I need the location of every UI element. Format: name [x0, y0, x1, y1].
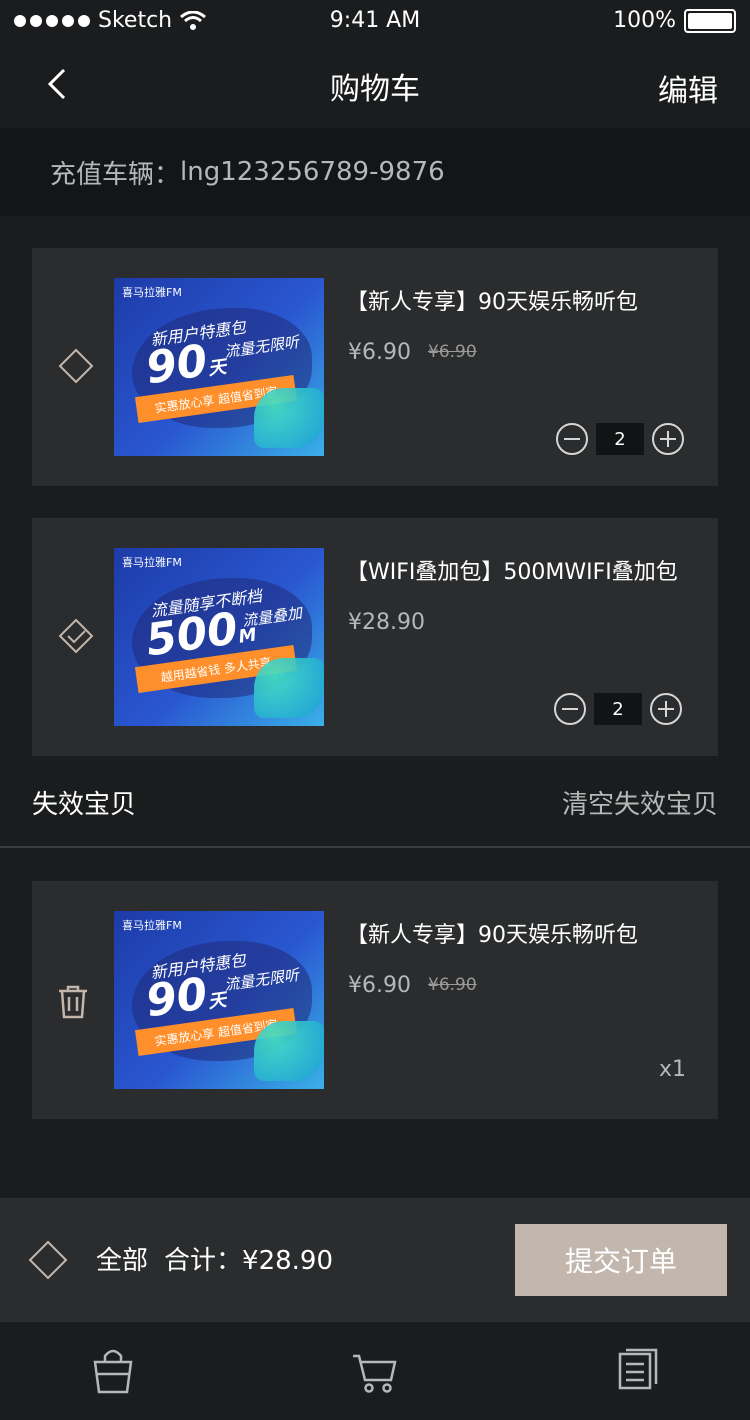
total-label-text: 合计： — [164, 1246, 243, 1276]
vehicle-label: 充值车辆： — [50, 159, 181, 190]
item-price: ¥6.90 — [348, 340, 411, 365]
product-image: 喜马拉雅FM 新用户特惠包 90天 流量无限听 实惠放心享 超值省到家 — [114, 278, 324, 456]
product-art: 喜马拉雅FM 新用户特惠包 90天 流量无限听 实惠放心享 超值省到家 — [114, 278, 324, 456]
product-art: 喜马拉雅FM 新用户特惠包 90天 流量无限听 实惠放心享 超值省到家 — [114, 911, 324, 1089]
total-value: ¥28.90 — [242, 1246, 334, 1276]
minus-button[interactable] — [556, 423, 588, 455]
art-wave — [254, 388, 324, 448]
minus-button[interactable] — [554, 693, 586, 725]
product-art: 喜马拉雅FM 流量随享不断档 500M 流量叠加 越用越省钱 多人共享 — [114, 548, 324, 726]
total-label: 合计：¥28.90 — [164, 1240, 333, 1277]
navigation-bar: 购物车 编辑 — [0, 44, 750, 128]
select-all-diamond-icon[interactable] — [28, 1240, 68, 1280]
item-count: x1 — [658, 1057, 686, 1082]
art-number-value: 90 — [142, 335, 211, 395]
battery-icon — [684, 8, 736, 33]
item-title: 【新人专享】90天娱乐畅听包 — [346, 923, 638, 948]
clear-invalid-button[interactable]: 清空失效宝贝 — [562, 784, 718, 821]
plus-button[interactable] — [650, 693, 682, 725]
art-unit: 天 — [206, 989, 228, 1013]
art-brand: 喜马拉雅FM — [122, 919, 182, 932]
item-title: 【WIFI叠加包】500MWIFI叠加包 — [346, 560, 678, 585]
total-summary: 全部 合计：¥28.90 — [96, 1240, 333, 1277]
select-diamond-icon[interactable] — [58, 348, 94, 384]
item-price: ¥6.90 — [348, 973, 411, 998]
item-old-price: ¥6.90 — [428, 342, 477, 362]
product-image: 喜马拉雅FM 新用户特惠包 90天 流量无限听 实惠放心享 超值省到家 — [114, 911, 324, 1089]
cart-item: 喜马拉雅FM 新用户特惠包 90天 流量无限听 实惠放心享 超值省到家 【新人专… — [32, 248, 718, 486]
bag-icon[interactable] — [85, 1342, 141, 1398]
tab-bar — [0, 1322, 750, 1420]
product-image: 喜马拉雅FM 流量随享不断档 500M 流量叠加 越用越省钱 多人共享 — [114, 548, 324, 726]
art-wave — [254, 1021, 324, 1081]
list-icon[interactable] — [610, 1342, 666, 1398]
art-wave — [254, 658, 324, 718]
back-icon[interactable] — [38, 64, 78, 104]
cart-icon[interactable] — [347, 1342, 403, 1398]
battery-percent: 100% — [613, 8, 676, 33]
edit-button[interactable]: 编辑 — [658, 66, 718, 110]
trash-icon[interactable] — [56, 983, 90, 1019]
art-brand: 喜马拉雅FM — [122, 556, 182, 569]
vehicle-bar: 充值车辆： lng123256789-9876 — [0, 128, 750, 216]
select-all-label[interactable]: 全部 — [96, 1240, 148, 1277]
page-title: 购物车 — [330, 72, 420, 107]
invalid-item: 喜马拉雅FM 新用户特惠包 90天 流量无限听 实惠放心享 超值省到家 【新人专… — [32, 881, 718, 1119]
status-right: 100% — [613, 8, 736, 33]
vehicle-id: lng123256789-9876 — [180, 157, 445, 187]
quantity-value[interactable]: 2 — [594, 693, 642, 725]
plus-button[interactable] — [652, 423, 684, 455]
quantity-value[interactable]: 2 — [596, 423, 644, 455]
invalid-label: 失效宝贝 — [32, 790, 137, 820]
invalid-section-header: 失效宝贝 清空失效宝贝 — [0, 756, 750, 848]
quantity-stepper: 2 — [556, 423, 684, 455]
item-old-price: ¥6.90 — [428, 975, 477, 995]
item-title: 【新人专享】90天娱乐畅听包 — [346, 290, 638, 315]
cart-item: 喜马拉雅FM 流量随享不断档 500M 流量叠加 越用越省钱 多人共享 【WIF… — [32, 518, 718, 756]
selected-diamond-icon[interactable] — [58, 618, 94, 654]
item-price: ¥28.90 — [348, 610, 425, 635]
art-unit: 天 — [206, 356, 228, 380]
submit-order-button[interactable]: 提交订单 — [515, 1224, 727, 1296]
quantity-stepper: 2 — [554, 693, 682, 725]
status-bar: Sketch 9:41 AM 100% — [0, 0, 750, 44]
checkout-bar: 全部 合计：¥28.90 提交订单 — [0, 1198, 750, 1322]
art-number-value: 90 — [142, 968, 211, 1028]
art-brand: 喜马拉雅FM — [122, 286, 182, 299]
